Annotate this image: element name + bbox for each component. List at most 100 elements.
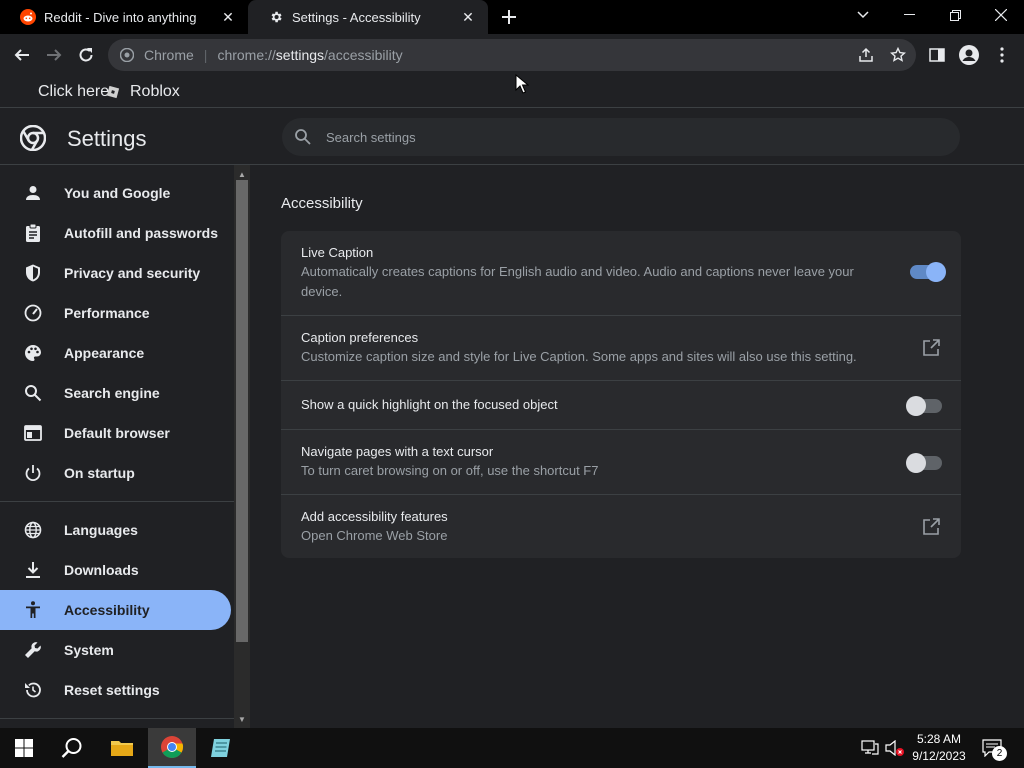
taskbar-file-explorer[interactable] [98,728,146,768]
notepad-icon [211,739,230,757]
sidebar-item-languages[interactable]: Languages [0,510,231,550]
network-icon[interactable] [861,740,879,761]
row-description: Open Chrome Web Store [301,528,448,543]
search-box[interactable] [282,118,960,156]
side-panel-icon [929,48,945,62]
start-button[interactable] [0,728,48,768]
taskbar-clock[interactable]: 5:28 AM 9/12/2023 [906,731,972,765]
toggle-knob [906,453,926,473]
bookmark-click-here[interactable]: Click here [38,82,109,102]
reload-icon [79,48,93,62]
row-label: Navigate pages with a text cursor [301,444,494,459]
close-icon[interactable]: ✕ [220,9,236,25]
reload-button[interactable] [73,42,99,68]
restore-icon [949,9,961,21]
close-icon[interactable]: ✕ [460,9,476,25]
star-icon [890,47,906,62]
tab-reddit[interactable]: Reddit - Dive into anything ✕ [0,0,248,34]
forward-button[interactable] [41,42,67,68]
back-button[interactable] [9,42,35,68]
sidebar-item-label: System [64,642,114,658]
bookmark-button[interactable] [887,44,909,66]
sidebar-item-label: You and Google [64,185,171,201]
page-title: Settings [67,126,147,151]
tab-search-button[interactable] [840,0,886,30]
reset-icon [24,681,42,699]
plus-icon [502,10,516,24]
address-bar[interactable]: Chrome | chrome://settings/accessibility [108,39,916,71]
sidebar-item-on-startup[interactable]: On startup [0,453,231,493]
bookmark-label: Click here [38,83,110,100]
sidebar-item-system[interactable]: System [0,630,231,670]
sidebar-item-reset[interactable]: Reset settings [0,670,231,710]
notification-center-button[interactable]: 2 [982,739,1008,761]
reddit-icon [20,9,36,25]
row-label: Live Caption [301,245,374,260]
tab-settings[interactable]: Settings - Accessibility ✕ [248,0,488,34]
taskbar-chrome[interactable] [148,728,196,768]
caption-preferences-row[interactable]: Caption preferences Customize caption si… [281,315,961,380]
download-icon [24,561,42,579]
sidebar-item-autofill[interactable]: Autofill and passwords [0,213,231,253]
sidebar-item-accessibility[interactable]: Accessibility [0,590,231,630]
taskbar-app[interactable] [198,728,246,768]
row-label: Show a quick highlight on the focused ob… [301,397,558,412]
gear-icon [268,9,284,25]
sidebar-item-default-browser[interactable]: Default browser [0,413,231,453]
sidebar-item-label: Reset settings [64,682,160,698]
focus-highlight-row[interactable]: Show a quick highlight on the focused ob… [281,380,961,429]
sidebar-item-appearance[interactable]: Appearance [0,333,231,373]
chevron-down-icon [857,11,869,19]
clock-time: 5:28 AM [916,732,962,746]
sidebar-item-search-engine[interactable]: Search engine [0,373,231,413]
search-input[interactable] [326,129,926,145]
url-path: /accessibility [324,47,403,63]
scrollbar-thumb[interactable] [236,180,248,642]
caret-browsing-toggle[interactable] [906,453,942,473]
restore-button[interactable] [932,0,978,30]
bookmark-roblox[interactable]: Roblox [106,82,180,102]
new-tab-button[interactable] [498,6,520,28]
sidebar-item-you-and-google[interactable]: You and Google [0,173,231,213]
palette-icon [24,344,42,362]
sidebar-item-downloads[interactable]: Downloads [0,550,231,590]
chrome-icon [120,48,134,62]
search-icon [61,738,82,758]
sidebar-item-label: Accessibility [64,602,150,618]
close-window-button[interactable] [978,0,1024,30]
more-vert-icon [1000,47,1004,63]
sidebar-item-label: Appearance [64,345,145,361]
sidebar-item-performance[interactable]: Performance [0,293,231,333]
scroll-down-arrow[interactable]: ▼ [234,712,250,726]
focus-highlight-toggle[interactable] [906,396,942,416]
sidebar-item-privacy[interactable]: Privacy and security [0,253,231,293]
section-title: Accessibility [281,195,363,212]
shield-icon [24,264,42,282]
live-caption-row[interactable]: Live Caption Automatically creates capti… [281,231,961,315]
external-link-icon[interactable] [922,339,940,357]
tab-title: Settings - Accessibility [292,9,421,25]
external-link-icon[interactable] [922,518,940,536]
menu-button[interactable] [991,44,1013,66]
add-accessibility-features-row[interactable]: Add accessibility features Open Chrome W… [281,494,961,558]
taskbar-search-button[interactable] [48,728,96,768]
volume-muted-icon[interactable] [885,739,905,761]
close-icon [995,9,1007,21]
row-description: Customize caption size and style for Liv… [301,349,857,364]
caret-browsing-row[interactable]: Navigate pages with a text cursor To tur… [281,429,961,494]
side-panel-button[interactable] [926,44,948,66]
avatar-icon [959,45,979,65]
profile-button[interactable] [958,44,980,66]
minimize-button[interactable] [886,0,932,30]
search-icon [24,384,42,402]
chrome-icon [161,736,184,758]
sidebar-item-label: Performance [64,305,150,321]
browser-icon [24,424,42,442]
folder-icon [111,741,133,756]
notification-count-badge: 2 [992,746,1007,761]
clock-date: 9/12/2023 [912,749,966,763]
live-caption-toggle[interactable] [910,262,946,282]
minimize-icon [903,14,915,15]
scroll-up-arrow[interactable]: ▲ [234,167,250,181]
share-button[interactable] [855,44,877,66]
